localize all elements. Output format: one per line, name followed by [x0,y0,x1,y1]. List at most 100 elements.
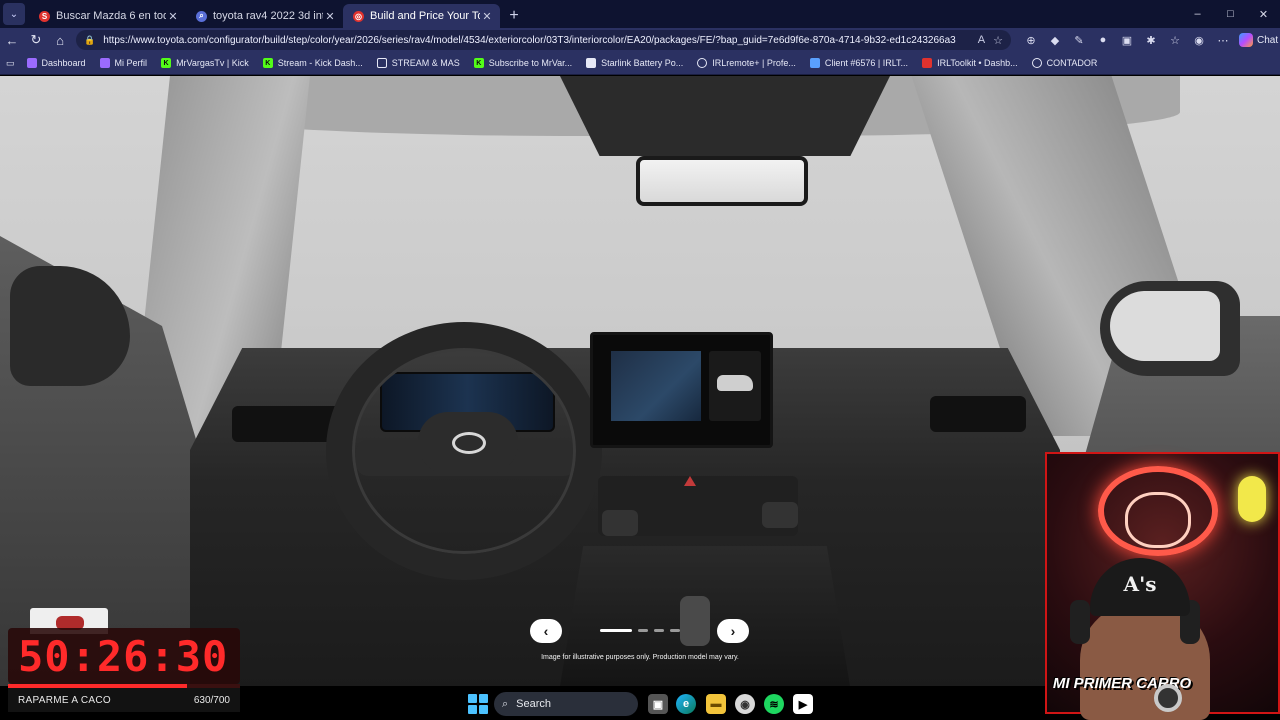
globe-icon [697,58,708,68]
image-disclaimer: Image for illustrative purposes only. Pr… [541,654,739,661]
bookmark-label: Stream - Kick Dash... [277,58,363,68]
rearview-mirror [636,156,808,206]
carousel-dot[interactable] [638,629,648,632]
lock-icon[interactable]: 🔒 [84,35,95,46]
tab-label: Build and Price Your Toyota rav4 | [370,10,480,22]
maximize-button[interactable]: □ [1214,8,1247,20]
tab-rav4-search[interactable]: ⌕ toyota rav4 2022 3d interior - Búsq ✕ [186,4,343,28]
edge-icon[interactable]: e [676,694,696,714]
climate-knob-right [762,502,798,528]
previous-image-button[interactable]: ‹ [530,619,562,643]
bookmark-label: CONTADOR [1046,58,1098,68]
copilot-label: Chat [1257,34,1279,46]
carousel-dot[interactable] [670,629,680,632]
gear-shifter [680,596,710,646]
extension-pen-icon[interactable]: ✎ [1067,34,1091,47]
task-view-icon[interactable]: ▣ [648,694,668,714]
bookmark-icon [99,58,110,68]
starlink-icon [586,58,597,68]
wheel-emblem-icon [1154,684,1182,712]
goal-label: RAPARME A CACO [18,694,111,706]
side-mirror-left [10,266,130,386]
favorites-icon[interactable]: ☆ [1163,34,1187,47]
tab-toyota-configurator[interactable]: ◎ Build and Price Your Toyota rav4 | ✕ [343,4,500,28]
extension-box-icon[interactable]: ▣ [1115,34,1139,47]
toyota-icon: ◎ [353,10,364,22]
bookmark-irlremote[interactable]: IRLremote+ | Profe... [697,58,796,68]
tab-label: Buscar Mazda 6 en toda República [56,10,166,22]
bookmark-starlink[interactable]: Starlink Battery Po... [586,58,683,68]
extension-record-icon[interactable]: ● [1091,34,1115,46]
url-text[interactable]: https://www.toyota.com/configurator/buil… [103,35,970,46]
hazard-icon [684,476,696,486]
tab-label: toyota rav4 2022 3d interior - Búsq [213,10,323,22]
bookmark-kick[interactable]: K MrVargasTv | Kick [161,58,249,68]
bookmarks-bar: ▭ Dashboard Mi Perfil K MrVargasTv | Kick… [0,52,1280,75]
minimize-button[interactable]: – [1181,8,1214,20]
taskbar-search[interactable]: ⌕ Search [494,692,638,716]
more-menu-icon[interactable]: ⋯ [1211,34,1235,47]
extension-diamond-icon[interactable]: ◆ [1043,34,1067,47]
close-window-button[interactable]: ✕ [1247,8,1280,21]
carousel-dot[interactable] [600,629,632,632]
back-button[interactable]: ← [0,28,24,52]
chevron-left-icon: ‹ [543,623,549,639]
bookmark-label: Starlink Battery Po... [601,58,684,68]
goal-bar: RAPARME A CACO 630/700 [8,688,240,712]
file-explorer-icon[interactable]: ▬ [706,694,726,714]
profile-avatar-icon[interactable]: ◉ [1187,34,1211,47]
bookmark-irltoolkit[interactable]: IRLToolkit • Dashb... [922,58,1018,68]
sidebar-toggle-icon[interactable]: ▭ [6,58,15,69]
extension-icons: ⊕ ◆ ✎ ● ▣ ✱ ☆ ◉ ⋯ [1019,34,1235,47]
search-icon: ⌕ [502,697,509,710]
spotify-icon[interactable]: ≋ [764,694,784,714]
bookmark-label: Mi Perfil [114,58,148,68]
window-controls: – □ ✕ [1181,0,1280,28]
new-tab-button[interactable]: + [502,4,526,28]
bookmark-icon [26,58,37,68]
bookmark-folder-stream[interactable]: STREAM & MAS [376,58,460,68]
bookmark-dashboard[interactable]: Dashboard [26,58,86,68]
climate-knob-left [602,510,638,536]
chrome-icon[interactable]: ◉ [735,694,755,714]
search-placeholder: Search [516,698,552,710]
next-image-button[interactable]: › [717,619,749,643]
bookmark-label: Dashboard [41,58,86,68]
bookmark-kick-dashboard[interactable]: K Stream - Kick Dash... [262,58,363,68]
copilot-chat-button[interactable]: Chat [1239,33,1278,47]
extensions-puzzle-icon[interactable]: ✱ [1139,34,1163,47]
bookmark-label: MrVargasTv | Kick [176,58,249,68]
home-button[interactable]: ⌂ [48,28,72,52]
neon-light-yellow [1238,476,1266,522]
navigation-map [611,351,701,421]
address-bar[interactable]: 🔒 https://www.toyota.com/configurator/bu… [76,30,1011,50]
kick-icon: K [161,58,172,68]
bookmark-contador[interactable]: CONTADOR [1031,58,1098,68]
tab-mazda-search[interactable]: S Buscar Mazda 6 en toda República ✕ [29,4,186,28]
infotainment-screen [590,332,773,448]
tab-strip: ⌄ S Buscar Mazda 6 en toda República ✕ ⌕… [0,0,1280,28]
folder-icon [376,58,387,68]
bookmark-subscribe[interactable]: K Subscribe to MrVar... [473,58,572,68]
reload-button[interactable]: ↻ [24,28,48,52]
cloud-icon [809,58,820,68]
search-icon: ⌕ [196,10,207,22]
neon-face [1125,492,1191,548]
bookmark-mi-perfil[interactable]: Mi Perfil [99,58,148,68]
close-icon[interactable]: ✕ [480,10,494,23]
bookmark-label: STREAM & MAS [391,58,460,68]
side-mirror-right [1100,281,1240,376]
close-icon[interactable]: ✕ [323,10,337,23]
tab-actions-button[interactable]: ⌄ [3,3,25,25]
bookmark-label: IRLremote+ | Profe... [712,58,796,68]
media-icon[interactable]: ▶ [793,694,813,714]
carousel-dot[interactable] [654,629,664,632]
headset-left [1070,600,1090,644]
vehicle-status-panel [709,351,761,421]
close-icon[interactable]: ✕ [166,10,180,23]
favorite-star-icon[interactable]: ☆ [993,34,1003,47]
read-aloud-icon[interactable]: A [978,34,985,46]
reading-list-icon[interactable]: ⊕ [1019,34,1043,47]
bookmark-client[interactable]: Client #6576 | IRLT... [809,58,908,68]
windows-start-icon[interactable] [468,694,488,714]
